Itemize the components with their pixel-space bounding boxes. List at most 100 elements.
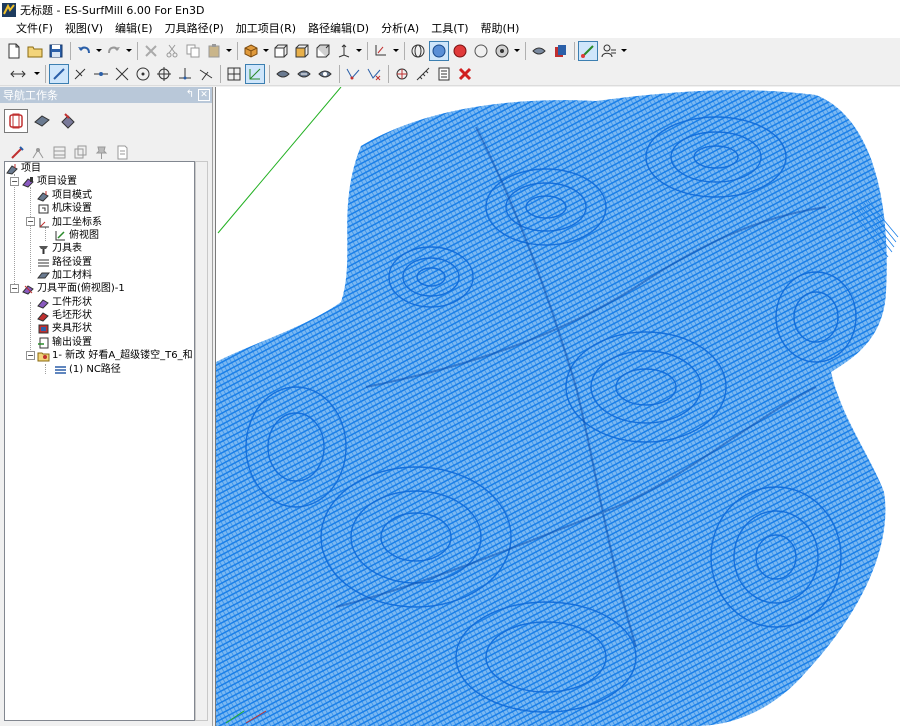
redo-icon[interactable] — [104, 41, 124, 61]
tree-item-blank-shape[interactable]: 毛坯形状 — [36, 309, 92, 322]
shaded-sphere-icon[interactable] — [429, 40, 449, 61]
delete-icon[interactable] — [141, 41, 161, 61]
render-dropdown-icon[interactable] — [513, 41, 520, 61]
3d-viewport[interactable] — [215, 87, 900, 726]
copy-icon[interactable] — [183, 41, 203, 61]
menu-tools[interactable]: 工具(T) — [425, 20, 474, 38]
list-edit-icon[interactable] — [434, 64, 454, 84]
paste-dropdown-icon[interactable] — [225, 41, 232, 61]
tree-scrollbar[interactable] — [195, 161, 208, 721]
view-iso-icon[interactable] — [241, 41, 261, 61]
hidden-line-icon[interactable] — [471, 41, 491, 61]
transform-icon[interactable] — [392, 64, 412, 84]
undo-icon[interactable] — [74, 41, 94, 61]
axis-dropdown-icon[interactable] — [355, 41, 362, 61]
users-icon[interactable] — [599, 41, 619, 61]
measure-icon[interactable] — [413, 64, 433, 84]
open-folder-icon[interactable] — [25, 41, 45, 61]
menu-bar: 文件(F) 视图(V) 编辑(E) 刀具路径(P) 加工项目(R) 路径编辑(D… — [0, 20, 900, 38]
wireframe-icon[interactable] — [408, 41, 428, 61]
undo-dropdown-icon[interactable] — [95, 41, 102, 61]
nav-tool-copy-icon[interactable] — [71, 143, 89, 161]
tree-collapse-toggle[interactable]: − — [10, 177, 19, 186]
toolbar-separator — [339, 64, 340, 83]
menu-help[interactable]: 帮助(H) — [475, 20, 526, 38]
menu-edit[interactable]: 编辑(E) — [109, 20, 159, 38]
snap-tangent-icon[interactable] — [175, 64, 195, 84]
shaded-red-sphere-icon[interactable] — [450, 41, 470, 61]
render-mode-icon[interactable] — [492, 41, 512, 61]
tree-item-tool-plane[interactable]: 刀具平面(俯视图)-1 — [21, 282, 125, 295]
select-tool-icon[interactable] — [371, 41, 391, 61]
snap-line-icon[interactable] — [49, 63, 69, 84]
snap-intersection-icon[interactable] — [112, 64, 132, 84]
path-check-icon[interactable] — [273, 64, 293, 84]
view-right-icon[interactable] — [292, 41, 312, 61]
tree-collapse-toggle[interactable]: − — [26, 351, 35, 360]
tree-item-machine-settings[interactable]: 机床设置 — [36, 202, 92, 215]
pin-icon[interactable]: ↰ — [184, 89, 196, 101]
tree-item-path-settings[interactable]: 路径设置 — [36, 256, 92, 269]
path-check3-icon[interactable] — [315, 64, 335, 84]
tool-plane-icon — [21, 282, 35, 295]
tree-item-machining-coords[interactable]: 加工坐标系 — [36, 216, 102, 229]
layer-icon[interactable] — [550, 41, 570, 61]
app-logo-icon — [2, 3, 16, 17]
snap-midpoint-icon[interactable] — [91, 64, 111, 84]
tree-item-project-mode[interactable]: 项目模式 — [36, 189, 92, 202]
tree-item-output-settings[interactable]: 输出设置 — [36, 336, 92, 349]
tree-item-workpiece-shape[interactable]: 工件形状 — [36, 296, 92, 309]
menu-machining-project[interactable]: 加工项目(R) — [230, 20, 302, 38]
tree-collapse-toggle[interactable]: − — [10, 284, 19, 293]
view-back-icon[interactable] — [313, 41, 333, 61]
tool-table-icon — [36, 242, 50, 255]
tree-collapse-toggle[interactable]: − — [26, 217, 35, 226]
nav-tool-grid-icon[interactable] — [50, 143, 68, 161]
cut-icon[interactable] — [162, 41, 182, 61]
nav-tool-pin-icon[interactable] — [92, 143, 110, 161]
snap-nearest-icon[interactable] — [196, 64, 216, 84]
users-dropdown-icon[interactable] — [620, 41, 627, 61]
menu-view[interactable]: 视图(V) — [59, 20, 109, 38]
view-dropdown-icon[interactable] — [262, 41, 269, 61]
menu-path-edit[interactable]: 路径编辑(D) — [302, 20, 375, 38]
nav-tool-doc-icon[interactable] — [113, 143, 131, 161]
tree-item-fixture-shape[interactable]: 夹具形状 — [36, 322, 92, 335]
close-red-x-icon[interactable] — [455, 64, 475, 84]
menu-file[interactable]: 文件(F) — [10, 20, 59, 38]
snap-mode-dropdown-icon[interactable] — [33, 64, 40, 84]
axis-view-icon[interactable] — [334, 41, 354, 61]
view-front-icon[interactable] — [271, 41, 291, 61]
tree-root[interactable]: 项目 — [5, 162, 41, 175]
snap-mode-icon[interactable] — [4, 64, 32, 84]
snap-toggle-icon[interactable] — [578, 40, 598, 61]
snap-center-icon[interactable] — [133, 64, 153, 84]
tree-item-job[interactable]: 1- 新改 好看A_超级镂空_T6_和 — [36, 349, 193, 362]
select-dropdown-icon[interactable] — [392, 41, 399, 61]
nav-tool-wand-icon[interactable] — [8, 143, 26, 161]
point-edit-icon[interactable] — [343, 64, 363, 84]
material-icon[interactable] — [529, 41, 549, 61]
tree-item-machining-material[interactable]: 加工材料 — [36, 269, 92, 282]
tab-project[interactable] — [4, 109, 28, 133]
dynamic-snap-icon[interactable] — [245, 63, 265, 84]
grid-snap-icon[interactable] — [224, 64, 244, 84]
tab-geometry[interactable] — [30, 109, 54, 133]
tree-item-tool-table[interactable]: 刀具表 — [36, 242, 82, 255]
close-icon[interactable]: ✕ — [198, 89, 210, 101]
point-delete-icon[interactable] — [364, 64, 384, 84]
tree-item-top-view[interactable]: 俯视图 — [53, 229, 99, 242]
redo-dropdown-icon[interactable] — [125, 41, 132, 61]
menu-toolpath[interactable]: 刀具路径(P) — [159, 20, 230, 38]
tree-item-project-settings[interactable]: 项目设置 — [21, 175, 77, 188]
save-icon[interactable] — [46, 41, 66, 61]
snap-quadrant-icon[interactable] — [154, 64, 174, 84]
menu-analysis[interactable]: 分析(A) — [375, 20, 425, 38]
new-file-icon[interactable] — [4, 41, 24, 61]
tab-tools[interactable] — [56, 109, 80, 133]
snap-perpendicular-icon[interactable] — [70, 64, 90, 84]
nav-tool-path-icon[interactable] — [29, 143, 47, 161]
paste-icon[interactable] — [204, 41, 224, 61]
tree-item-nc-path[interactable]: (1) NC路径 — [53, 363, 121, 376]
path-check2-icon[interactable] — [294, 64, 314, 84]
